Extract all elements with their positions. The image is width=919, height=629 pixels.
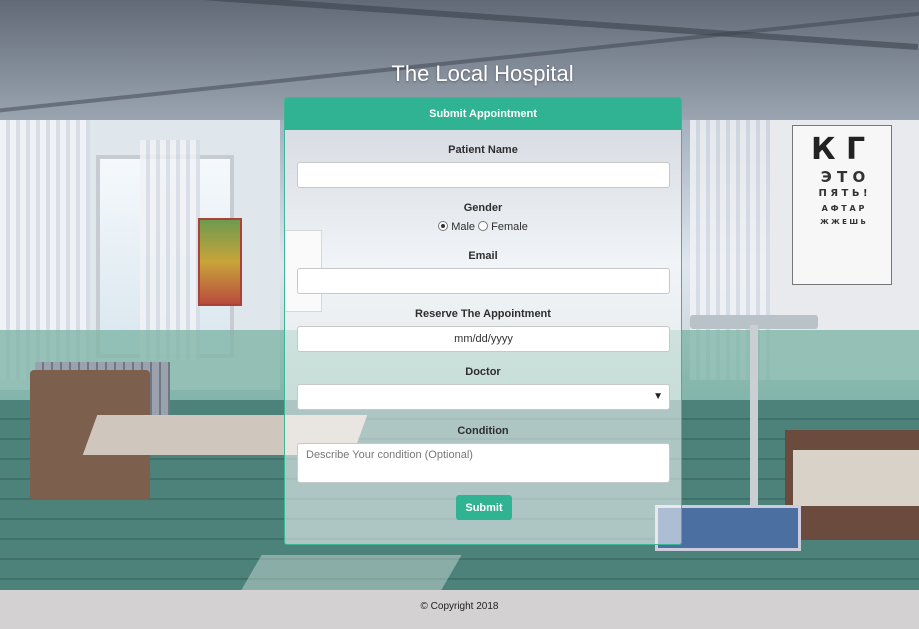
eye-chart-row: К Г bbox=[811, 132, 866, 167]
eye-chart-row: Э Т О bbox=[820, 168, 866, 186]
gender-option-label: Female bbox=[491, 221, 528, 233]
wall-poster bbox=[198, 218, 242, 306]
appointment-date-input[interactable]: mm/dd/yyyy bbox=[297, 326, 670, 352]
email-label: Email bbox=[468, 250, 498, 262]
gender-radio-female[interactable] bbox=[478, 221, 489, 231]
form-heading: Submit Appointment bbox=[285, 98, 681, 130]
condition-textarea[interactable] bbox=[297, 443, 670, 483]
email-input[interactable] bbox=[297, 268, 670, 294]
gender-radio-group: Male Female bbox=[285, 221, 681, 233]
appointment-date-label: Reserve The Appointment bbox=[415, 308, 551, 320]
doctor-label: Doctor bbox=[465, 366, 501, 378]
copyright-text: © Copyright 2018 bbox=[420, 601, 499, 612]
eye-chart-row: А Ф Т А Р bbox=[821, 204, 865, 213]
medical-scale bbox=[655, 295, 820, 551]
gender-label: Gender bbox=[463, 202, 503, 214]
scale-pole bbox=[750, 325, 758, 525]
condition-label: Condition bbox=[457, 425, 509, 437]
gender-radio-male[interactable] bbox=[438, 221, 449, 231]
footer: © Copyright 2018 bbox=[0, 590, 919, 629]
eye-chart: К Г Э Т О П Я Т Ь ! А Ф Т А Р Ж Ж Е Ш Ь bbox=[792, 125, 892, 285]
eye-chart-row: П Я Т Ь ! bbox=[818, 188, 868, 199]
gender-option-label: Male bbox=[451, 221, 476, 233]
appointment-form: Submit Appointment Patient Name Gender M… bbox=[284, 97, 682, 545]
patient-name-label: Patient Name bbox=[448, 144, 518, 156]
patient-name-input[interactable] bbox=[297, 162, 670, 188]
doctor-select[interactable]: ▼ bbox=[297, 384, 670, 410]
floor-light-reflection bbox=[238, 555, 462, 590]
page-title: The Local Hospital bbox=[391, 61, 574, 86]
submit-button[interactable]: Submit bbox=[456, 495, 512, 520]
dropdown-arrow-icon: ▼ bbox=[653, 391, 663, 402]
eye-chart-row: Ж Ж Е Ш Ь bbox=[820, 218, 866, 226]
curtain bbox=[140, 140, 200, 360]
